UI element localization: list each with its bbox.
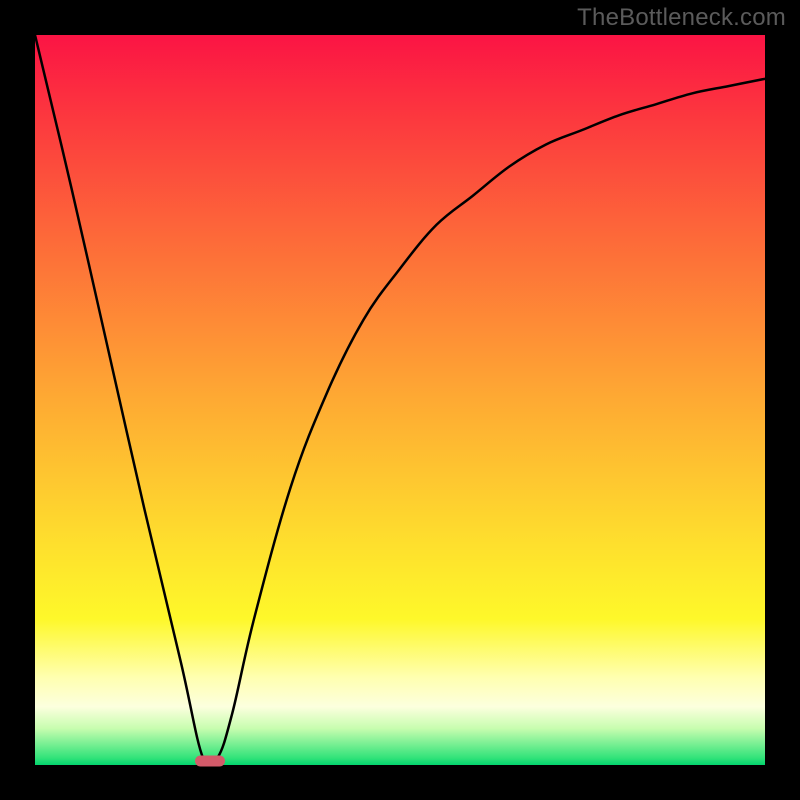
min-marker: [195, 756, 225, 767]
curve-path: [35, 35, 765, 765]
plot-area: [35, 35, 765, 765]
watermark-text: TheBottleneck.com: [577, 4, 786, 32]
chart-frame: TheBottleneck.com: [0, 0, 800, 800]
curve-svg: [35, 35, 765, 765]
